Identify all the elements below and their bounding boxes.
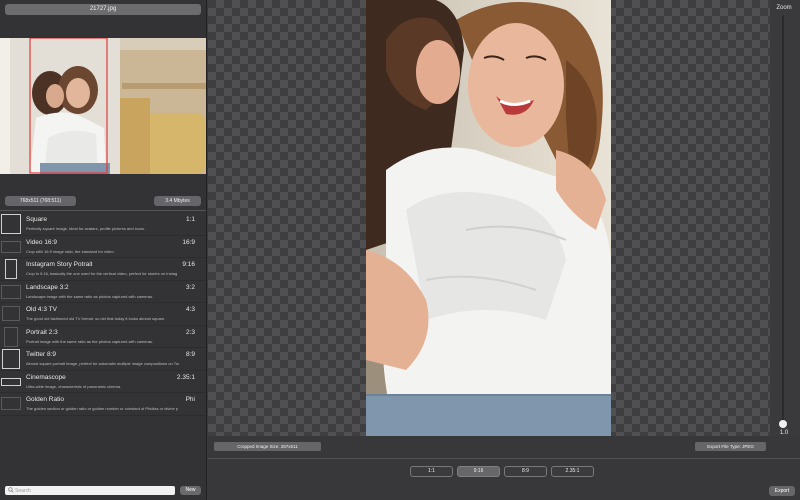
file-size-label: 3.4 Mbytes: [154, 196, 201, 206]
search-input[interactable]: [15, 486, 173, 495]
crop-canvas[interactable]: [208, 0, 770, 436]
widescreen-ratio-icon: [1, 240, 21, 253]
square-ratio-icon: [1, 214, 21, 234]
bottom-toolbar: Cropped Image Size: 287x511 Export File …: [208, 436, 800, 500]
ratio-value: 8:9: [185, 351, 195, 358]
ratio-description: Perfectly square image, ideal for avatar…: [26, 226, 146, 231]
ratio-item-landscape[interactable]: Landscape 3:2 3:2 Landscape image with t…: [0, 281, 206, 303]
quick-ratio-8-9[interactable]: 8:9: [504, 466, 547, 477]
ratio-name: Video 16:9: [26, 238, 57, 246]
search-icon: [8, 487, 14, 493]
landscape-ratio-icon: [1, 284, 21, 299]
ratio-value: 9:16: [182, 261, 195, 268]
tv-ratio-icon: [2, 306, 20, 321]
cinemascope-ratio-icon: [1, 377, 21, 386]
ratio-name: Instagram Story Potrait: [26, 261, 93, 268]
sidebar-divider: [0, 210, 206, 211]
ratio-item-twitter[interactable]: Twitter 8:9 8:9 Almost square portrait i…: [0, 348, 206, 371]
quick-ratio-9-16[interactable]: 9:16: [457, 466, 500, 477]
zoom-label: Zoom: [776, 5, 792, 11]
image-dimensions-label: 768x511 (768:511): [5, 196, 76, 206]
ratio-item-instagram-story[interactable]: Instagram Story Potrait 9:16 Crop in 9:1…: [0, 258, 206, 281]
ratio-value: Phi: [185, 396, 195, 403]
toolbar-divider: [208, 458, 800, 459]
ratio-item-video[interactable]: Video 16:9 16:9 Crop with 16:9 image rat…: [0, 236, 206, 258]
ratio-segmented-control: 1:1 9:16 8:9 2.35:1: [410, 466, 598, 477]
export-file-type-button[interactable]: Export File Type: JPEG: [695, 442, 766, 451]
ratio-value: 1:1: [185, 216, 195, 223]
search-field[interactable]: [5, 486, 175, 495]
cropped-photo: [366, 0, 611, 436]
preview-image: [0, 38, 206, 174]
ratio-description: Ultra-wide image, characteristic of pano…: [26, 383, 122, 389]
ratio-value: 2.35:1: [176, 373, 195, 381]
ratio-name: Landscape 3:2: [26, 283, 69, 291]
ratio-description: The good old fashioned old TV format, so…: [26, 316, 166, 321]
ratio-value: 4:3: [185, 306, 195, 313]
file-name-label: 21727.jpg: [5, 4, 201, 15]
portrait-ratio-icon: [5, 259, 17, 279]
ratio-name: Portrait 2:3: [26, 328, 58, 336]
source-preview[interactable]: [0, 38, 206, 174]
twitter-ratio-icon: [2, 349, 20, 369]
ratio-description: Crop with 16:9 image ratio, the standard…: [26, 248, 115, 254]
quick-ratio-1-1[interactable]: 1:1: [410, 466, 453, 477]
golden-ratio-icon: [1, 397, 21, 410]
ratio-description: Landscape image with the same ratio as p…: [26, 293, 154, 299]
zoom-slider-track[interactable]: [782, 15, 784, 422]
ratio-name: Cinemascope: [26, 373, 66, 381]
ratio-name: Old 4:3 TV: [26, 306, 57, 313]
export-button[interactable]: Export: [769, 486, 795, 496]
ratio-item-portrait[interactable]: Portrait 2:3 2:3 Portrait image with the…: [0, 326, 206, 348]
ratio-item-square[interactable]: Square 1:1 Perfectly square image, ideal…: [0, 213, 206, 236]
ratio-name: Golden Ratio: [26, 396, 64, 403]
ratio-item-cinemascope[interactable]: Cinemascope 2.35:1 Ultra-wide image, cha…: [0, 371, 206, 393]
cropped-image: [366, 0, 611, 436]
ratio-value: 3:2: [185, 283, 195, 291]
ratio-description: Almost square portrait image, perfect fo…: [26, 361, 179, 366]
cropped-size-label: Cropped Image Size: 287x511: [214, 442, 321, 451]
ratio-item-golden-ratio[interactable]: Golden Ratio Phi The golden section or g…: [0, 393, 206, 416]
quick-ratio-2-35-1[interactable]: 2.35:1: [551, 466, 594, 477]
ratio-item-old-tv[interactable]: Old 4:3 TV 4:3 The good old fashioned ol…: [0, 303, 206, 326]
ratio-description: Portrait image with the same ratio as th…: [26, 338, 154, 344]
ratio-list: Square 1:1 Perfectly square image, ideal…: [0, 213, 206, 416]
portrait-ratio-icon: [4, 326, 18, 347]
ratio-description: Crop in 9:16, basically the one used for…: [26, 271, 178, 276]
ratio-description: The golden section or golden ratio or go…: [26, 406, 179, 411]
ratio-value: 2:3: [185, 328, 195, 336]
app-window: 21727.jpg 768x511 (768:511) 3.4 Mbytes S…: [0, 0, 800, 500]
ratio-value: 16:9: [182, 238, 195, 246]
sidebar: 21727.jpg 768x511 (768:511) 3.4 Mbytes S…: [0, 0, 207, 500]
zoom-slider-knob[interactable]: [779, 420, 787, 428]
new-button[interactable]: New: [180, 486, 201, 495]
ratio-name: Square: [26, 216, 47, 223]
ratio-name: Twitter 8:9: [26, 351, 56, 358]
